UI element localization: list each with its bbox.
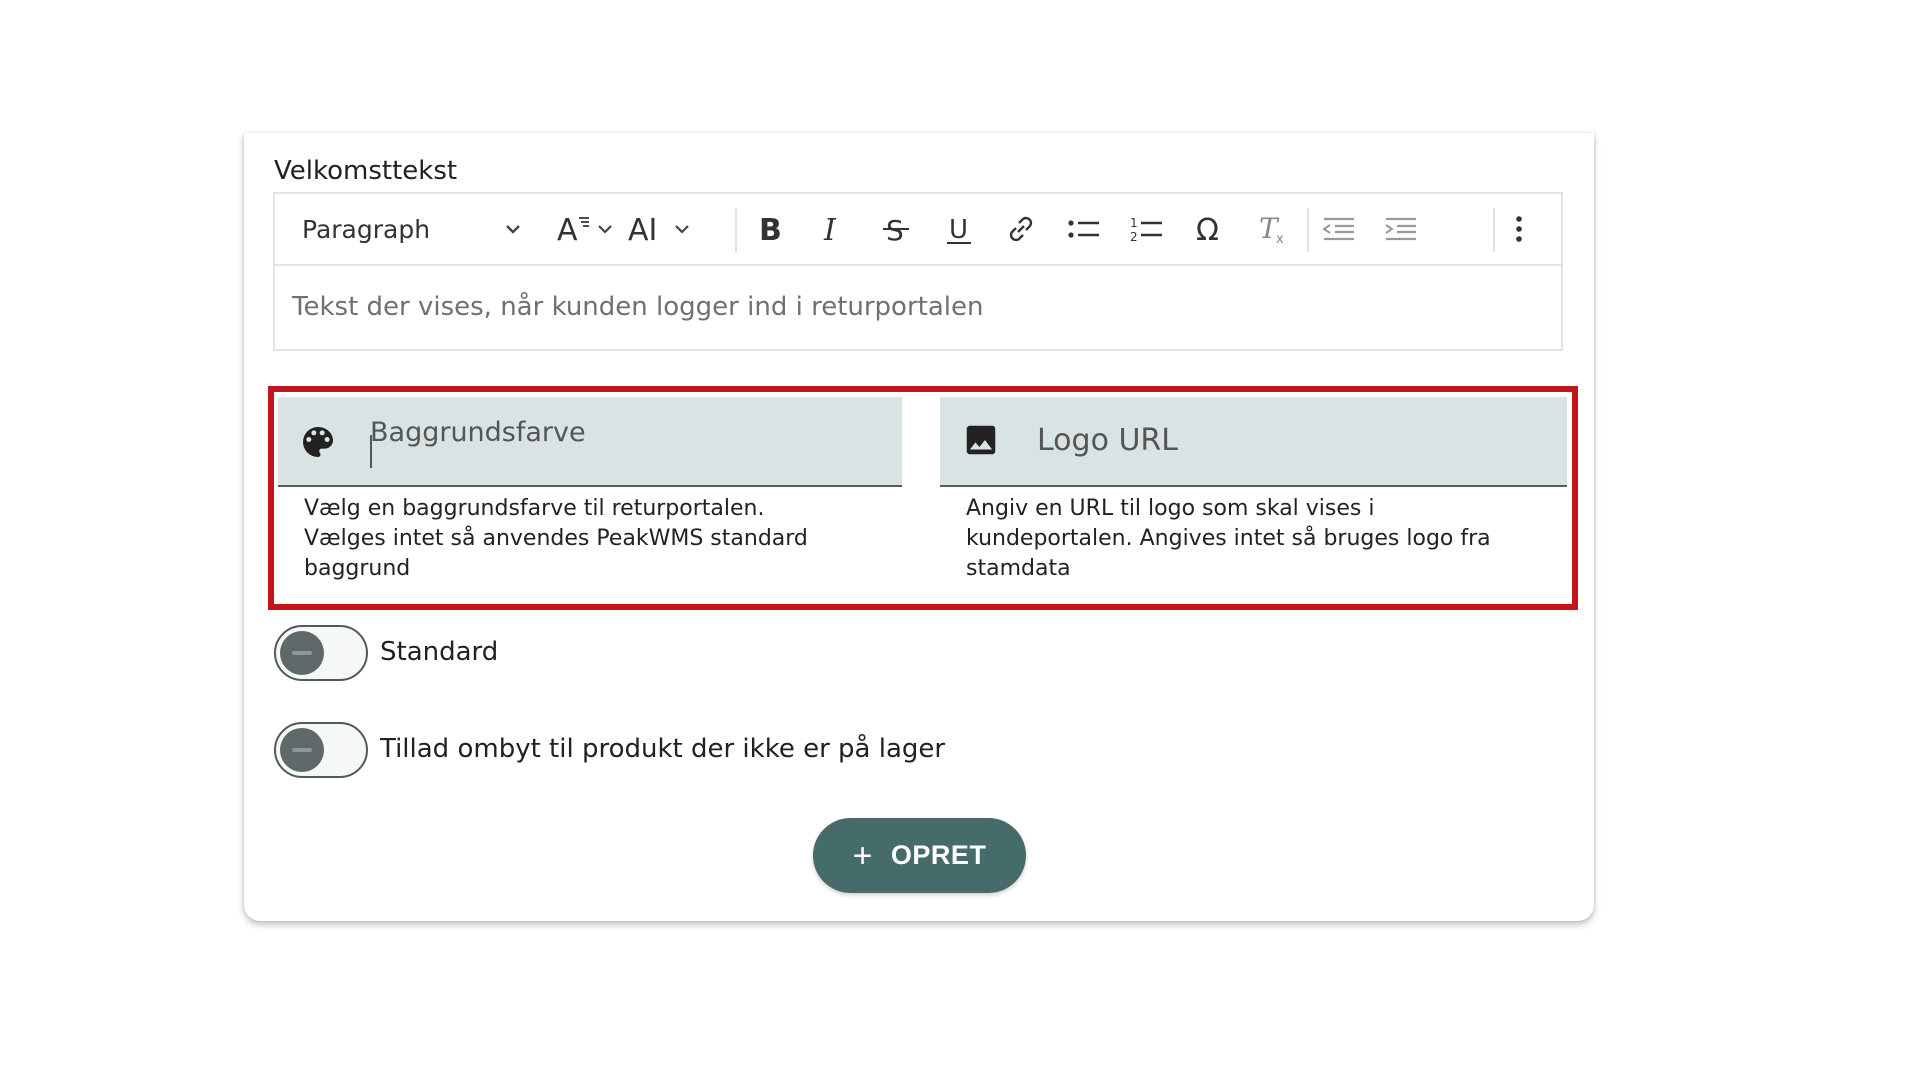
logo-url-label: Logo URL [1037, 423, 1178, 458]
svg-text:1: 1 [1130, 216, 1138, 230]
font-size-icon[interactable]: A [557, 206, 619, 252]
outdent-icon[interactable] [1321, 206, 1357, 252]
create-button-label: OPRET [890, 840, 987, 870]
background-color-hint: Vælg en baggrundsfarve til returportalen… [304, 496, 808, 581]
svg-text:B: B [759, 213, 782, 246]
italic-icon[interactable]: I [815, 206, 849, 252]
rich-text-editor: Paragraph A AI B I S U 12 Ω T x Tekst de… [273, 192, 1563, 351]
svg-text:AI: AI [628, 213, 657, 246]
bold-icon[interactable]: B [753, 206, 787, 252]
svg-text:U: U [949, 215, 968, 245]
editor-toolbar: Paragraph A AI B I S U 12 Ω T x [275, 194, 1561, 266]
link-icon[interactable] [1004, 206, 1038, 252]
toggle-knob [280, 631, 324, 675]
underline-icon[interactable]: U [942, 206, 976, 252]
background-color-field[interactable]: Baggrundsfarve [278, 397, 902, 487]
svg-text:x: x [1276, 232, 1284, 246]
background-color-label: Baggrundsfarve [370, 417, 586, 448]
svg-text:A: A [557, 213, 578, 246]
indent-icon[interactable] [1383, 206, 1419, 252]
standard-toggle-label: Standard [380, 637, 499, 667]
svg-text:2: 2 [1130, 230, 1138, 244]
standard-toggle[interactable] [274, 625, 368, 681]
remove-format-icon[interactable]: Tx [1256, 206, 1292, 252]
svg-text:I: I [823, 213, 837, 246]
editor-content[interactable]: Tekst der vises, når kunden logger ind i… [292, 292, 983, 322]
toggle-knob [280, 728, 324, 772]
allow-out-of-stock-toggle-label: Tillad ombyt til produkt der ikke er på … [380, 734, 946, 764]
logo-url-hint: Angiv en URL til logo som skal vises i k… [966, 496, 1491, 581]
chevron-down-icon[interactable] [503, 206, 523, 252]
create-button[interactable]: + OPRET [813, 818, 1026, 893]
allow-out-of-stock-toggle[interactable] [274, 722, 368, 778]
paragraph-select-label: Paragraph [302, 214, 431, 244]
image-icon [966, 425, 996, 455]
special-character-icon[interactable]: Ω [1192, 206, 1226, 252]
more-options-icon[interactable] [1509, 206, 1529, 252]
bulleted-list-icon[interactable] [1066, 206, 1102, 252]
logo-url-field[interactable]: Logo URL [940, 397, 1567, 487]
palette-icon [303, 427, 333, 457]
svg-text:Ω: Ω [1196, 213, 1219, 246]
strikethrough-icon[interactable]: S [879, 206, 913, 252]
font-family-icon[interactable]: AI [628, 206, 698, 252]
numbered-list-icon[interactable]: 12 [1129, 206, 1165, 252]
plus-icon: + [852, 836, 873, 875]
welcome-text-label: Velkomsttekst [274, 156, 458, 186]
paragraph-select[interactable]: Paragraph [302, 206, 430, 252]
